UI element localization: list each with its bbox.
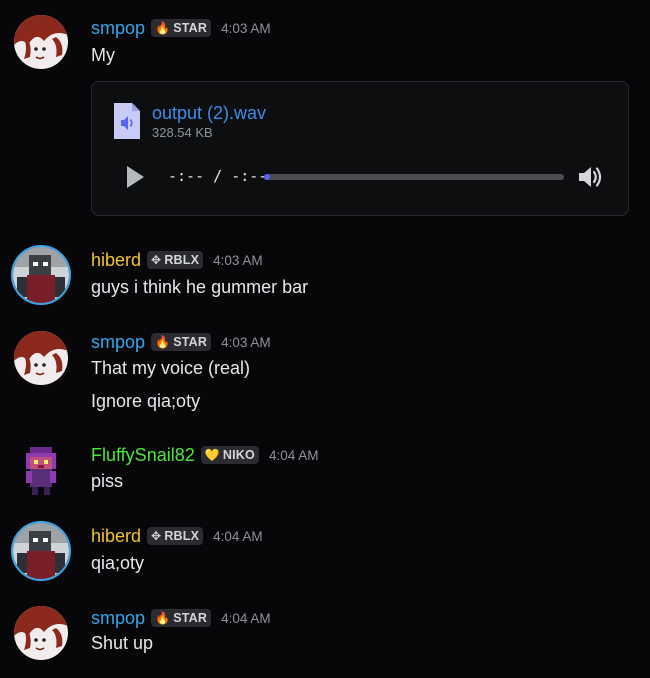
- flame-icon: 🔥: [155, 21, 171, 35]
- username[interactable]: hiberd: [91, 526, 141, 547]
- avatar[interactable]: [14, 15, 68, 69]
- username[interactable]: FluffySnail82: [91, 445, 195, 466]
- timestamp: 4:03 AM: [221, 20, 271, 36]
- message-text: Shut up: [91, 633, 154, 653]
- user-tag[interactable]: 💛 NIKO: [200, 446, 259, 464]
- audio-attachment: output (2).wav 328.54 KB -:-- / -:--: [91, 81, 629, 216]
- tag-label: STAR: [173, 335, 208, 349]
- avatar[interactable]: [14, 606, 68, 660]
- message-text: guys i think he gummer bar: [91, 277, 309, 297]
- message-text: piss: [91, 471, 124, 491]
- message-header: hiberd ✥ RBLX 4:03 AM: [91, 248, 263, 272]
- message-header: smpop 🔥 STAR 4:04 AM: [91, 606, 271, 630]
- user-tag[interactable]: ✥ RBLX: [147, 527, 204, 545]
- speaker-icon: [579, 167, 602, 187]
- message-header: smpop 🔥 STAR 4:03 AM: [91, 330, 271, 354]
- user-tag[interactable]: ✥ RBLX: [147, 251, 204, 269]
- message-text: qia;oty: [91, 553, 145, 573]
- timestamp: 4:04 AM: [221, 610, 271, 626]
- avatar[interactable]: [11, 521, 71, 581]
- message-text: Ignore qia;oty: [91, 391, 201, 411]
- user-tag[interactable]: 🔥 STAR: [151, 333, 212, 351]
- timestamp: 4:04 AM: [268, 447, 319, 463]
- audio-file-icon: [112, 101, 142, 141]
- message-text: My: [91, 45, 115, 65]
- play-icon: [127, 166, 144, 188]
- timestamp: 4:03 AM: [213, 252, 263, 268]
- tag-label: NIKO: [222, 448, 255, 462]
- user-tag[interactable]: 🔥 STAR: [151, 19, 212, 37]
- message-header: FluffySnail82 💛 NIKO 4:04 AM: [91, 443, 318, 467]
- message-header: smpop 🔥 STAR 4:03 AM: [91, 16, 271, 40]
- avatar[interactable]: [14, 331, 68, 385]
- username[interactable]: smpop: [91, 608, 145, 629]
- avatar[interactable]: [16, 443, 70, 497]
- avatar[interactable]: [11, 245, 71, 305]
- yellow-heart-icon: 💛: [204, 448, 220, 462]
- playback-time: -:-- / -:--: [168, 167, 268, 185]
- flame-icon: 🔥: [155, 611, 171, 625]
- play-button[interactable]: [122, 164, 148, 190]
- move-arrows-icon: ✥: [151, 253, 162, 267]
- user-tag[interactable]: 🔥 STAR: [151, 609, 212, 627]
- audio-progress-bar[interactable]: [264, 174, 564, 180]
- volume-button[interactable]: [576, 163, 604, 191]
- progress-handle[interactable]: [264, 174, 270, 180]
- message-text: That my voice (real): [91, 358, 251, 378]
- tag-label: RBLX: [164, 529, 200, 543]
- timestamp: 4:03 AM: [221, 334, 271, 350]
- message-header: hiberd ✥ RBLX 4:04 AM: [91, 524, 263, 548]
- username[interactable]: smpop: [91, 332, 145, 353]
- tag-label: STAR: [173, 611, 208, 625]
- file-size: 328.54 KB: [152, 125, 213, 140]
- file-name-link[interactable]: output (2).wav: [152, 103, 266, 124]
- timestamp: 4:04 AM: [213, 528, 263, 544]
- flame-icon: 🔥: [155, 335, 171, 349]
- tag-label: RBLX: [164, 253, 200, 267]
- tag-label: STAR: [173, 21, 208, 35]
- username[interactable]: smpop: [91, 18, 145, 39]
- move-arrows-icon: ✥: [151, 529, 162, 543]
- username[interactable]: hiberd: [91, 250, 141, 271]
